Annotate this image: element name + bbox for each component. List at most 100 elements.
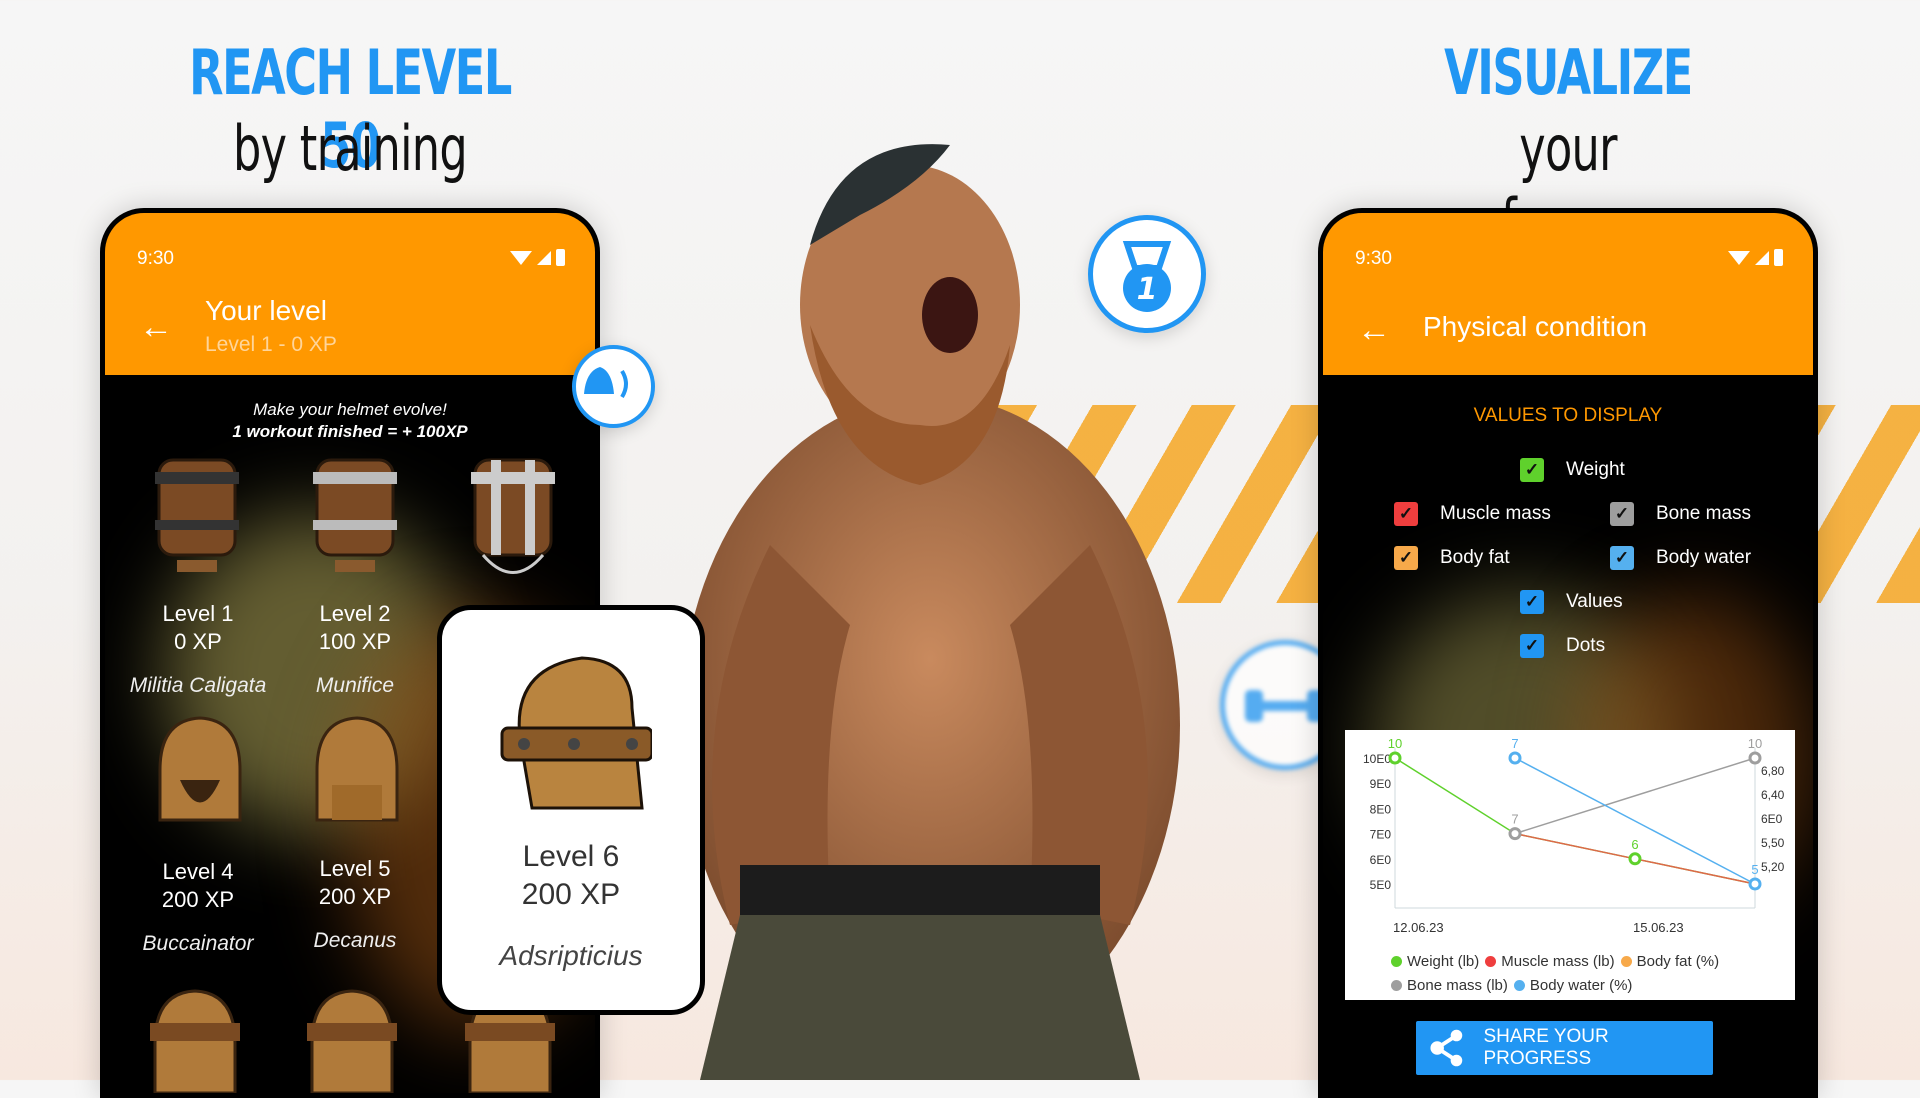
level-number: Level 1: [162, 601, 234, 626]
page-title: Your level: [205, 295, 327, 326]
level-xp: 200 XP: [161, 887, 235, 912]
legend-item: Weight (lb): [1385, 953, 1479, 970]
legend-color-dot: [1485, 956, 1497, 967]
level-appbar: 9:30 ← Your level Level 1 - 0 XP: [105, 213, 595, 375]
x-tick-label: 15.06.23: [1633, 920, 1684, 935]
level-rank-name: Buccainator: [142, 932, 254, 955]
level-card-4[interactable]: Level 4 200 XP Buccainator: [118, 858, 278, 956]
level-highlight-card[interactable]: Level 6 200 XP Adsripticius: [437, 605, 705, 1015]
data-label: 10: [1748, 736, 1762, 751]
helmet-image-level-8[interactable]: [297, 983, 407, 1093]
checkbox-box[interactable]: ✓: [1520, 458, 1544, 482]
helmet-image-level-3[interactable]: [463, 450, 563, 585]
y-left-tick-label: 10E0: [1363, 752, 1391, 766]
legend-item: Body water (%): [1508, 977, 1633, 994]
page-title: Physical condition: [1423, 311, 1648, 342]
y-left-tick-label: 9E0: [1370, 777, 1392, 791]
y-left-tick-label: 5E0: [1370, 878, 1392, 892]
wifi-icon: [1728, 250, 1750, 265]
bell-badge: [572, 345, 655, 428]
checkbox-dots[interactable]: ✓ Dots: [1520, 634, 1605, 658]
data-point: [1508, 751, 1522, 765]
y-right-tick-label: 6,40: [1761, 788, 1785, 802]
y-right-tick-label: 6E0: [1761, 812, 1783, 826]
legend-color-dot: [1513, 980, 1525, 991]
helmet-image-level-6: [500, 656, 652, 810]
level-card-5[interactable]: Level 5 200 XP Decanus: [275, 855, 435, 953]
checkbox-label: Muscle mass: [1440, 503, 1551, 524]
data-point: [1748, 877, 1762, 891]
legend-color-dot: [1620, 956, 1632, 967]
right-headline: VISUALIZE: [1444, 36, 1693, 109]
helmet-image-level-2[interactable]: [305, 450, 405, 585]
level-xp: 200 XP: [318, 884, 392, 909]
checkbox-label: Bone mass: [1656, 503, 1752, 524]
signal-icon: [1755, 250, 1769, 265]
legend-color-dot: [1391, 956, 1402, 967]
data-label: 7: [1511, 736, 1518, 751]
legend-label: Body water (%): [1529, 977, 1633, 994]
helmet-image-level-7[interactable]: [140, 983, 250, 1093]
values-section-title: VALUES TO DISPLAY: [1473, 405, 1663, 426]
checkbox-body-fat[interactable]: ✓ Body fat: [1394, 546, 1510, 570]
checkbox-label: Dots: [1566, 635, 1606, 656]
share-label: SHARE YOUR PROGRESS: [1483, 1026, 1609, 1069]
helmet-image-level-1[interactable]: [147, 450, 247, 585]
checkbox-box[interactable]: ✓: [1610, 502, 1634, 526]
data-label: 5: [1751, 862, 1758, 877]
checkbox-label: Weight: [1566, 459, 1625, 480]
condition-appbar: 9:30 ← Physical condition: [1323, 213, 1813, 375]
checkbox-box[interactable]: ✓: [1394, 546, 1418, 570]
helmet-image-level-4[interactable]: [145, 710, 255, 835]
legend-label: Body fat (%): [1636, 953, 1720, 970]
helmet-image-level-5[interactable]: [302, 710, 412, 835]
status-time: 9:30: [137, 248, 174, 269]
level-xp: 100 XP: [318, 629, 392, 654]
level-card-2[interactable]: Level 2 100 XP Munifice: [275, 600, 435, 698]
share-progress-button[interactable]: SHARE YOUR PROGRESS: [1416, 1021, 1713, 1075]
decorative-stripes-right: [1818, 405, 1920, 603]
level-rank-name: Militia Caligata: [129, 674, 267, 697]
data-label: 10: [1388, 736, 1402, 751]
data-point: [1388, 751, 1402, 765]
checkbox-label: Body water: [1656, 547, 1752, 568]
level-card-1[interactable]: Level 1 0 XP Militia Caligata: [118, 600, 278, 698]
back-arrow-icon[interactable]: ←: [1357, 311, 1391, 350]
y-left-tick-label: 6E0: [1370, 853, 1392, 867]
chart-svg: 10E0 9E0 8E0 7E0 6E0 5E0 6,80 6,40 6E0 5,50 5,20 10…: [1363, 736, 1785, 909]
left-subline: by training: [233, 112, 468, 185]
level-rank-name: Munifice: [315, 674, 395, 697]
intro-line-1: Make your helmet evolve!: [253, 400, 447, 419]
signal-icon: [537, 250, 551, 265]
x-tick-label: 12.06.23: [1393, 920, 1444, 935]
medal-number: 1: [1137, 272, 1158, 307]
checkbox-body-water[interactable]: ✓ Body water: [1610, 546, 1751, 570]
bell-icon: [584, 367, 628, 399]
checkbox-box[interactable]: ✓: [1520, 590, 1544, 614]
legend-item: Body fat (%): [1615, 953, 1720, 970]
share-icon: [1430, 1029, 1463, 1067]
series-line: [1514, 757, 1756, 835]
data-point: [1628, 852, 1642, 866]
intro-text: Make your helmet evolve! 1 workout finis…: [105, 400, 595, 442]
medal-icon: 1: [1122, 241, 1172, 312]
level-number: Level 2: [319, 601, 391, 626]
checkbox-box[interactable]: ✓: [1394, 502, 1418, 526]
checkbox-box[interactable]: ✓: [1520, 634, 1544, 658]
level-number: Level 5: [319, 856, 391, 881]
y-left-tick-label: 7E0: [1370, 828, 1392, 842]
back-arrow-icon[interactable]: ←: [139, 308, 173, 347]
checkbox-muscle-mass[interactable]: ✓ Muscle mass: [1394, 502, 1551, 526]
checkbox-bone-mass[interactable]: ✓ Bone mass: [1610, 502, 1751, 526]
checkbox-values[interactable]: ✓ Values: [1520, 590, 1623, 614]
checkbox-box[interactable]: ✓: [1610, 546, 1634, 570]
legend-label: Muscle mass (lb): [1501, 953, 1615, 970]
intro-line-2: 1 workout finished = + 100XP: [232, 422, 468, 441]
checkbox-label: Body fat: [1440, 547, 1510, 568]
highlight-level: Level 6: [522, 840, 620, 873]
checkbox-weight[interactable]: ✓ Weight: [1520, 458, 1625, 482]
physical-condition-phone: 9:30 ← Physical condition VALUES TO DISP…: [1318, 208, 1818, 1098]
highlight-xp: 200 XP: [521, 878, 621, 911]
legend-item: Bone mass (lb): [1385, 977, 1508, 994]
y-right-tick-label: 6,80: [1761, 764, 1785, 778]
